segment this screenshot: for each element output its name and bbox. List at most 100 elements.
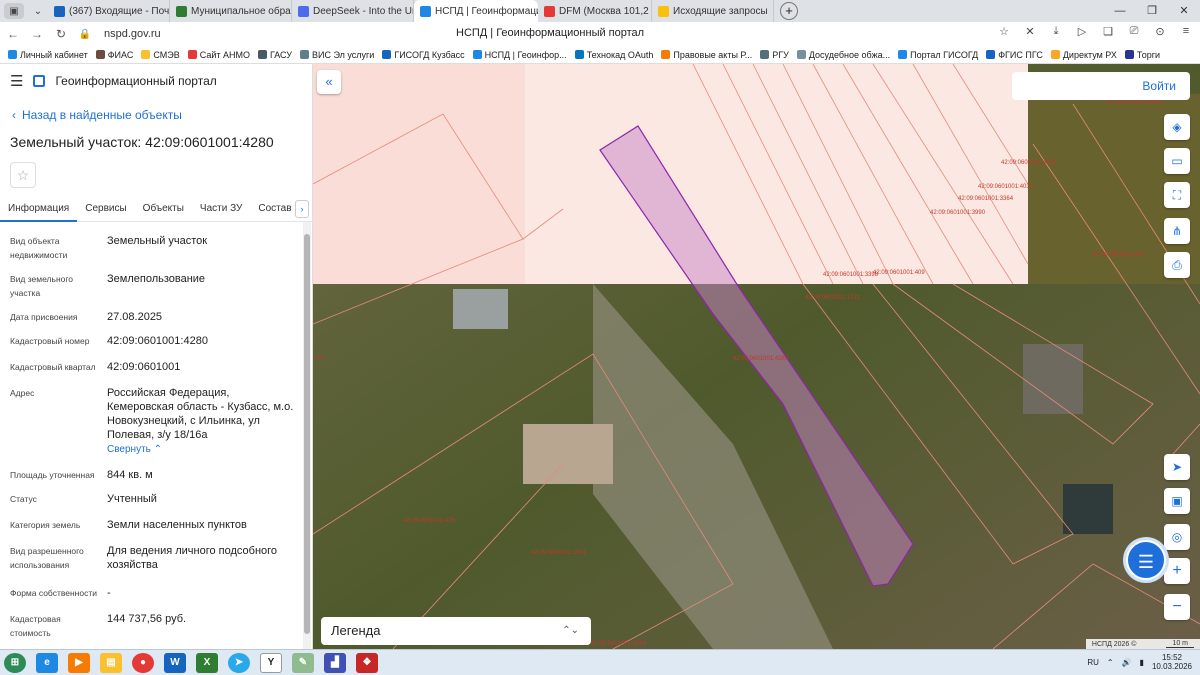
- start-button-icon[interactable]: ⊞: [4, 652, 26, 673]
- ie-browser-icon[interactable]: e: [36, 652, 58, 673]
- locate-me-icon[interactable]: ➤: [1164, 454, 1190, 480]
- back-icon[interactable]: ←: [4, 27, 22, 41]
- forward-icon[interactable]: →: [28, 27, 46, 41]
- deepseek-icon: [298, 5, 309, 17]
- location-pin-icon[interactable]: ◎: [1164, 524, 1190, 550]
- attribute-label: Кадастровый номер: [10, 336, 90, 346]
- bookmark-item[interactable]: Сайт АНМО: [187, 50, 250, 60]
- bookmark-item[interactable]: Личный кабинет: [8, 50, 88, 60]
- bookmark-item[interactable]: Технокад OAuth: [574, 50, 653, 60]
- chat-assistant-icon[interactable]: ☰: [1126, 540, 1166, 580]
- map-canvas[interactable]: 42:09:0601001:4028 42:09:0601001:4078 42…: [313, 64, 1200, 649]
- volume-icon[interactable]: 🔊: [1122, 658, 1132, 667]
- clock-time: 15:52: [1161, 653, 1182, 662]
- bookmark-item[interactable]: Правовые акты Р...: [661, 50, 752, 60]
- favorite-star-icon[interactable]: ☆: [10, 162, 36, 188]
- tabs-scroll-right-icon[interactable]: ›: [295, 200, 309, 218]
- language-indicator[interactable]: RU: [1087, 658, 1099, 667]
- bookmark-item[interactable]: Директум РХ: [1050, 50, 1117, 60]
- attribute-label: Вид земельного участка: [10, 274, 74, 298]
- zoom-in-icon[interactable]: +: [1164, 558, 1190, 584]
- bookmark-item[interactable]: ГАСУ: [257, 50, 292, 60]
- telegram-icon[interactable]: ➤: [228, 652, 250, 673]
- browser-tab[interactable]: DeepSeek - Into the Unkno: [292, 0, 414, 22]
- tab-objects[interactable]: Объекты: [135, 196, 192, 222]
- menu-icon[interactable]: ≡: [1178, 25, 1194, 38]
- app-icon[interactable]: ▟: [324, 652, 346, 673]
- screenshot-icon[interactable]: ⎚: [1126, 25, 1142, 38]
- zoom-out-icon[interactable]: −: [1164, 594, 1190, 620]
- attribute-label: Форма собственности: [10, 588, 97, 598]
- new-tab-button[interactable]: +: [780, 2, 798, 20]
- bookmark-item[interactable]: Досудебное обжа...: [796, 50, 890, 60]
- notes-icon[interactable]: ✎: [292, 652, 314, 673]
- extension-icon[interactable]: ✕: [1022, 25, 1038, 38]
- profile-icon[interactable]: ⊙: [1152, 25, 1168, 38]
- select-area-icon[interactable]: ⛶: [1164, 182, 1190, 208]
- collapse-link[interactable]: Свернуть ⌃: [107, 443, 297, 457]
- bookmark-item[interactable]: Портал ГИСОГД: [898, 50, 978, 60]
- network-icon[interactable]: ▮: [1140, 658, 1144, 667]
- map-view[interactable]: 42:09:0601001:4028 42:09:0601001:4078 42…: [313, 64, 1200, 649]
- tab-services[interactable]: Сервисы: [77, 196, 134, 222]
- tab-composition[interactable]: Состав: [250, 196, 299, 222]
- share-icon[interactable]: ⋔: [1164, 218, 1190, 244]
- bookmark-label: ГИСОГД Кузбасс: [394, 49, 465, 60]
- bookmark-icon: [257, 50, 267, 59]
- bookmark-label: Торги: [1136, 49, 1161, 60]
- bookmark-icon: [8, 50, 17, 59]
- login-button[interactable]: Войти: [1012, 72, 1190, 100]
- bookmark-item[interactable]: ВИС Эл услуги: [299, 50, 374, 60]
- clock[interactable]: 15:52 10.03.2026: [1152, 653, 1192, 671]
- download-icon[interactable]: ⤓: [1048, 25, 1064, 38]
- chrome-icon[interactable]: ●: [132, 652, 154, 673]
- attribute-value: Для ведения личного подсобного хозяйства: [107, 545, 278, 571]
- file-explorer-icon[interactable]: ▤: [100, 652, 122, 673]
- tab-parts[interactable]: Части ЗУ: [192, 196, 250, 222]
- browser-tab[interactable]: DFM (Москва 101,2🔊: [538, 0, 652, 22]
- basemap-icon[interactable]: ▣: [1164, 488, 1190, 514]
- building-imagery: [1063, 484, 1113, 534]
- tab-search-icon[interactable]: ▣: [4, 3, 24, 19]
- bookmark-item[interactable]: Торги: [1124, 49, 1161, 60]
- tab-list-chevron-icon[interactable]: ⌄: [28, 3, 48, 19]
- print-icon[interactable]: ⎙: [1164, 252, 1190, 278]
- restore-icon[interactable]: ❐: [1136, 0, 1168, 22]
- bookmark-item[interactable]: СМЭВ: [141, 50, 180, 60]
- bookmark-item[interactable]: ФИАС: [95, 50, 133, 60]
- lock-icon[interactable]: 🔒: [76, 29, 94, 40]
- object-info-panel: ☰ Геоинформационный портал ‹ Назад в найд…: [0, 64, 313, 649]
- reading-icon[interactable]: ❏: [1100, 25, 1116, 38]
- collapse-panel-button[interactable]: «: [317, 70, 341, 94]
- legend-dropdown[interactable]: Легенда ⌃⌄: [321, 617, 591, 645]
- app-icon[interactable]: ❖: [356, 652, 378, 673]
- tray-expand-icon[interactable]: ⌃: [1107, 658, 1114, 667]
- layers-icon[interactable]: ◈: [1164, 114, 1190, 140]
- media-player-icon[interactable]: ▶: [68, 652, 90, 673]
- minimize-icon[interactable]: —: [1104, 0, 1136, 22]
- tab-information[interactable]: Информация: [0, 196, 78, 222]
- browser-tab[interactable]: (367) Входящие - Почта М: [48, 0, 170, 22]
- bookmark-item[interactable]: НСПД | Геоинфор...: [472, 50, 567, 60]
- attribution-text: НСПД 2026 ©: [1091, 640, 1137, 648]
- panel-scrollbar-thumb[interactable]: [304, 234, 310, 634]
- close-window-icon[interactable]: ✕: [1168, 0, 1200, 22]
- browser-tab[interactable]: Муниципальное образова: [170, 0, 292, 22]
- url-field[interactable]: nspd.gov.ru: [104, 28, 161, 40]
- browser-tab-active[interactable]: НСПД | Геоинформацио✕: [414, 0, 538, 22]
- media-icon[interactable]: ▷: [1074, 25, 1090, 38]
- back-to-results-link[interactable]: ‹ Назад в найденные объекты: [12, 108, 312, 122]
- bookmark-icon: [472, 50, 482, 59]
- browser-tab[interactable]: Исходящие запросы: [652, 0, 774, 22]
- attribute-value: Учтенный: [107, 493, 157, 505]
- bookmark-item[interactable]: ГИСОГД Кузбасс: [382, 49, 465, 60]
- excel-icon[interactable]: X: [196, 652, 218, 673]
- reload-icon[interactable]: ↻: [52, 27, 70, 41]
- bookmark-star-icon[interactable]: ☆: [996, 25, 1012, 38]
- hamburger-menu-icon[interactable]: ☰: [10, 72, 23, 90]
- measure-ruler-icon[interactable]: ▭: [1164, 148, 1190, 174]
- bookmark-item[interactable]: РГУ: [760, 50, 789, 60]
- word-icon[interactable]: W: [164, 652, 186, 673]
- bookmark-item[interactable]: ФГИС ПГС: [986, 50, 1043, 60]
- yandex-browser-icon[interactable]: Y: [260, 652, 282, 673]
